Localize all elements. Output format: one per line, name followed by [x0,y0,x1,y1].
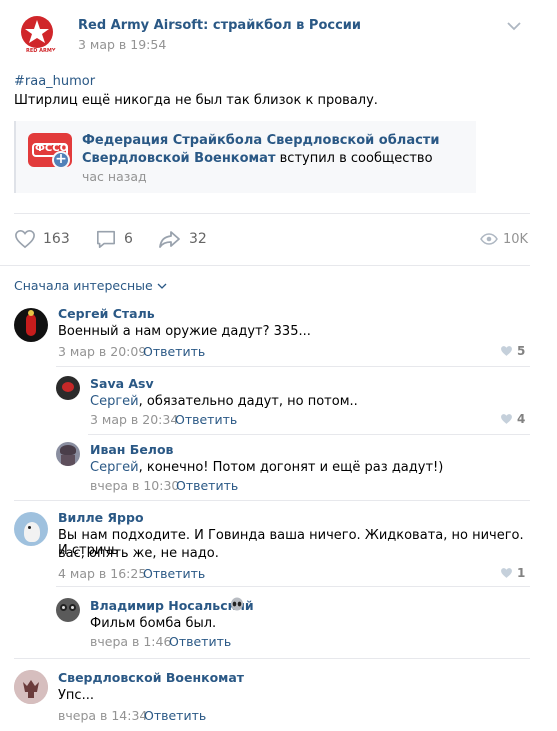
reply-button[interactable]: Ответить [175,412,237,427]
repost-card[interactable]: ФССО + Федерация Страйкбола Свердловской… [14,121,476,193]
post-date[interactable]: 3 мар в 19:54 [78,37,166,52]
post-text: Штирлиц ещё никогда не был так близок к … [14,93,378,108]
join-plus-icon: + [52,151,70,169]
comment-like-button[interactable]: 5 [500,344,525,358]
heart-icon [501,346,512,356]
heart-icon [501,414,512,424]
share-button[interactable]: 32 [158,228,207,250]
comment-text-line: Сергей, конечно! Потом догонят и ещё раз… [90,460,443,475]
chevron-down-icon [157,283,167,289]
like-button[interactable]: 163 [14,228,70,250]
comment-like-count: 1 [517,566,526,580]
comment-date[interactable]: 4 мар в 16:25 [58,566,146,581]
post-author[interactable]: Red Army Airsoft: страйкбол в России [78,18,361,33]
group-avatar[interactable]: RED ARMY [14,12,60,58]
comment-item: Сергей Сталь Военный а нам оружие дадут?… [0,300,530,368]
comment-author[interactable]: Вилле Ярро [58,510,144,525]
comment-reply-item: Иван Белов Сергей, конечно! Потом догоня… [0,436,530,500]
comment-text: Упс... [58,688,94,703]
heart-icon [15,229,35,249]
comment-date[interactable]: 3 мар в 20:34 [90,412,178,427]
repost-time: час назад [82,169,147,184]
mention-link[interactable]: Сергей [90,460,139,475]
post-menu-chevron-icon[interactable] [506,20,522,35]
comment-count: 6 [124,231,133,247]
comment-like-button[interactable]: 1 [500,566,525,580]
repost-action-line: Свердловской Военкомат вступил в сообщес… [82,151,433,166]
divider [0,265,530,266]
views-indicator: 10K [480,230,528,248]
post-hashtag[interactable]: #raa_humor [14,74,95,89]
divider [14,500,530,501]
heart-icon [501,568,512,578]
comment-author[interactable]: Sava Asv [90,376,154,391]
avatar[interactable] [56,442,80,466]
emblem-icon [14,670,48,704]
comment-author[interactable]: Иван Белов [90,442,173,457]
like-count: 163 [43,231,70,247]
repost-actor[interactable]: Свердловской Военкомат [82,151,276,166]
comment-like-button[interactable]: 4 [500,412,525,426]
reply-button[interactable]: Ответить [144,708,206,723]
comment-reply-item: Sava Asv Сергей, обязательно дадут, но п… [0,368,530,434]
sort-label: Сначала интересные [14,278,153,293]
views-count: 10K [503,231,529,247]
comment-button[interactable]: 6 [95,228,133,250]
comment-date[interactable]: 3 мар в 20:09 [58,344,146,359]
comment-author[interactable]: Свердловской Военкомат [58,670,244,685]
divider [88,434,530,435]
comment-item: Свердловской Военкомат Упс... вчера в 14… [0,662,530,728]
share-count: 32 [189,231,207,247]
logo-text: RED ARMY [26,48,56,54]
comment-reply-item: Владимир Носальский Фильм бомба был. вче… [0,590,530,654]
repost-action: вступил в сообщество [275,151,433,166]
comment-text: Фильм бомба был. [90,616,217,631]
repost-group-name[interactable]: Федерация Страйкбола Свердловской област… [82,133,439,148]
divider [56,586,530,587]
comment-date[interactable]: вчера в 10:30 [90,478,179,493]
comment-icon [97,230,115,248]
avatar[interactable] [56,598,80,622]
divider [14,658,530,659]
comment-like-count: 5 [517,344,526,358]
avatar[interactable] [14,308,48,342]
comment-text: , обязательно дадут, но потом.. [138,394,358,409]
comment-text: вас, опять же, не надо. [58,546,219,561]
alien-emoji-icon [230,597,244,611]
comment-date[interactable]: вчера в 14:34 [58,708,147,723]
comment-like-count: 4 [517,412,526,426]
reply-button[interactable]: Ответить [143,344,205,359]
comment-author[interactable]: Сергей Сталь [58,306,155,321]
mention-link[interactable]: Сергей [90,394,139,409]
comment-text: , конечно! Потом догонят и ещё раз дадут… [138,460,444,475]
share-arrow-icon [159,231,180,248]
reply-button[interactable]: Ответить [176,478,238,493]
avatar[interactable] [14,670,48,704]
eye-icon [480,233,498,245]
reply-button[interactable]: Ответить [143,566,205,581]
avatar[interactable] [56,376,80,400]
divider [14,213,530,214]
comment-item: Вилле Ярро Вы нам подходите. И Говинда в… [0,504,530,586]
avatar[interactable] [14,512,48,546]
divider [56,366,530,367]
comment-date[interactable]: вчера в 1:46 [90,634,171,649]
reply-button[interactable]: Ответить [169,634,231,649]
comment-text: Военный а нам оружие дадут? 335... [58,324,311,339]
comment-text-line: Сергей, обязательно дадут, но потом.. [90,394,358,409]
sort-dropdown[interactable]: Сначала интересные [14,278,167,293]
